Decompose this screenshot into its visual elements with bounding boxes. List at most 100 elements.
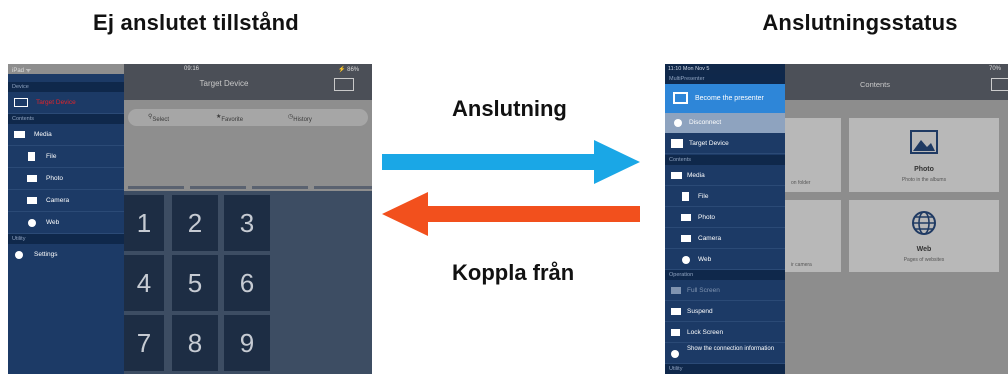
key-3[interactable]: 3 xyxy=(224,195,270,251)
file-icon xyxy=(682,192,689,201)
menu-item-photo-right[interactable]: Photo xyxy=(665,207,785,228)
keypad: 1 2 3 4 5 6 7 8 9 xyxy=(124,191,372,374)
photo-icon xyxy=(27,175,37,182)
key-2[interactable]: 2 xyxy=(172,195,218,251)
info-icon xyxy=(671,350,679,358)
screen-icon[interactable] xyxy=(334,78,354,91)
menu-item-target-device-right[interactable]: Target Device xyxy=(665,133,785,154)
status-battery: ⚡ 86% xyxy=(338,67,360,73)
menu-label-file-right: File xyxy=(698,193,709,200)
gear-icon xyxy=(15,251,23,259)
disconnect-button[interactable]: Disconnect xyxy=(665,113,785,133)
screen-icon-right[interactable] xyxy=(991,78,1008,91)
left-device-screenshot: iPad ᯤ 09:16 ⚡ 86% Target Device ⚲ Selec… xyxy=(8,64,372,374)
camera-icon xyxy=(27,197,37,204)
card-web-sub: Pages of websites xyxy=(903,257,945,263)
display-icon xyxy=(671,139,683,148)
connect-arrow xyxy=(382,140,640,184)
key-4[interactable]: 4 xyxy=(124,255,164,311)
menu-label-web: Web xyxy=(46,219,60,226)
menu-label-camera-right: Camera xyxy=(698,235,722,242)
menu-item-file[interactable]: File xyxy=(8,146,124,168)
menu-item-full-screen[interactable]: Full Screen xyxy=(665,280,785,301)
status-time: 09:16 xyxy=(184,66,200,72)
code-input-underlines xyxy=(128,186,372,189)
status-carrier: iPad ᯤ xyxy=(12,68,32,74)
status-battery-right: 70% xyxy=(989,66,1002,72)
card-file-partial[interactable]: on folder xyxy=(785,118,841,192)
menu-label-full-screen: Full Screen xyxy=(687,287,720,294)
menu-section-multipresenter: MultiPresenter xyxy=(665,74,785,84)
menu-label-target-device: Target Device xyxy=(36,99,76,106)
photo-icon xyxy=(681,214,691,221)
left-statusbar: iPad ᯤ 09:16 ⚡ 86% xyxy=(8,64,372,74)
suspend-icon xyxy=(671,308,681,315)
segment-history[interactable]: ◷ History xyxy=(288,113,312,123)
key-5[interactable]: 5 xyxy=(172,255,218,311)
menu-section-device: Device xyxy=(8,82,124,92)
key-8[interactable]: 8 xyxy=(172,315,218,371)
image-icon xyxy=(14,131,25,138)
card-camera-sub-partial: ir camera xyxy=(791,262,812,268)
globe-icon xyxy=(682,256,690,264)
menu-label-settings: Settings xyxy=(34,251,58,258)
key-1[interactable]: 1 xyxy=(124,195,164,251)
card-photo-title: Photo xyxy=(914,166,934,173)
menu-item-file-right[interactable]: File xyxy=(665,186,785,207)
menu-item-camera[interactable]: Camera xyxy=(8,190,124,212)
key-7[interactable]: 7 xyxy=(124,315,164,371)
disconnect-arrow-label: Koppla från xyxy=(452,260,575,285)
globe-card-icon xyxy=(912,211,936,235)
image-icon xyxy=(671,172,682,179)
right-device-screenshot: Contents 70% on folder Photo Photo in th… xyxy=(665,64,1008,374)
disconnect-arrow xyxy=(382,192,640,236)
card-web[interactable]: Web Pages of websites xyxy=(849,200,999,272)
segment-favorite[interactable]: ★ Favorite xyxy=(216,113,243,123)
menu-item-show-connection[interactable]: Show the connection information xyxy=(665,343,785,364)
connect-arrow-label: Anslutning xyxy=(452,96,567,121)
heading-connection-status: Anslutningsstatus xyxy=(762,10,958,35)
card-web-title: Web xyxy=(916,246,932,253)
key-9[interactable]: 9 xyxy=(224,315,270,371)
card-photo-sub: Photo in the albums xyxy=(901,177,947,183)
camera-icon xyxy=(681,235,691,242)
disconnect-label: Disconnect xyxy=(689,119,722,126)
menu-label-target-device-right: Target Device xyxy=(689,140,729,147)
file-icon xyxy=(28,152,35,161)
menu-label-show-connection: Show the connection information xyxy=(687,346,775,352)
menu-item-photo[interactable]: Photo xyxy=(8,168,124,190)
menu-item-web[interactable]: Web xyxy=(8,212,124,234)
card-photo[interactable]: Photo Photo in the albums xyxy=(849,118,999,192)
become-presenter-button[interactable]: Become the presenter xyxy=(665,84,785,113)
menu-label-photo: Photo xyxy=(46,175,63,182)
menu-label-web-right: Web xyxy=(698,256,712,263)
lock-icon xyxy=(671,329,680,336)
transition-arrows xyxy=(382,140,640,236)
segment-select[interactable]: ⚲ Select xyxy=(148,113,169,123)
menu-section-operation: Operation xyxy=(665,270,785,280)
menu-section-contents-right: Contents xyxy=(665,155,785,165)
globe-icon xyxy=(28,219,36,227)
menu-section-utility: Utility xyxy=(8,234,124,244)
menu-item-media-right[interactable]: Media xyxy=(665,165,785,186)
menu-item-web-right[interactable]: Web xyxy=(665,249,785,270)
left-nav-title: Target Device xyxy=(199,79,249,88)
right-nav-title: Contents xyxy=(859,80,891,89)
presenter-icon xyxy=(673,92,688,104)
menu-label-photo-right: Photo xyxy=(698,214,715,221)
menu-label-media-right: Media xyxy=(687,172,705,179)
key-6[interactable]: 6 xyxy=(224,255,270,311)
heading-disconnected-state: Ej anslutet tillstånd xyxy=(93,10,299,35)
card-camera-partial[interactable]: ir camera xyxy=(785,200,841,272)
menu-item-media[interactable]: Media xyxy=(8,124,124,146)
close-icon xyxy=(674,119,682,127)
menu-item-lock-screen[interactable]: Lock Screen xyxy=(665,322,785,343)
menu-label-camera: Camera xyxy=(46,197,70,204)
menu-label-file: File xyxy=(46,153,57,160)
menu-item-camera-right[interactable]: Camera xyxy=(665,228,785,249)
menu-item-settings[interactable]: Settings xyxy=(8,244,124,266)
menu-item-suspend[interactable]: Suspend xyxy=(665,301,785,322)
menu-item-target-device[interactable]: Target Device xyxy=(8,92,124,114)
menu-label-media: Media xyxy=(34,131,52,138)
search-mode-segment[interactable]: ⚲ Select ★ Favorite ◷ History xyxy=(128,109,368,126)
